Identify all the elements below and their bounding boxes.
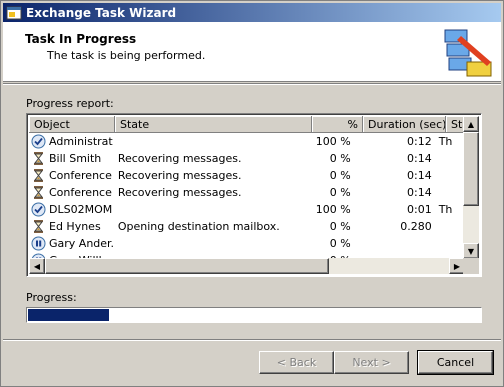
cell-state: Recovering messages. — [117, 152, 242, 165]
wizard-graphic-icon — [444, 29, 492, 77]
scroll-up-button[interactable]: ▲ — [463, 116, 479, 132]
cell-percent: 0 % — [329, 237, 351, 250]
object-name: DLS02MOM — [49, 203, 113, 216]
horizontal-scroll-thumb[interactable] — [45, 258, 329, 274]
window-title: Exchange Task Wizard — [26, 5, 177, 20]
scrollbar-corner — [463, 258, 479, 274]
column-header-state[interactable]: State — [115, 116, 312, 133]
list-rows: Administrator 100 % 0:12 Th Bill Smith Recove… — [29, 133, 465, 269]
cell-percent: 100 % — [315, 135, 351, 148]
vertical-scrollbar[interactable]: ▲ ▼ — [463, 116, 479, 259]
hourglass-icon — [33, 169, 44, 182]
scroll-down-button[interactable]: ▼ — [463, 243, 479, 259]
header-title: Task In Progress — [25, 32, 137, 46]
cell-duration: 0.280 — [400, 220, 432, 233]
cell-state: Opening destination mailbox. — [117, 220, 280, 233]
wizard-window: Exchange Task Wizard Task In Progress Th… — [0, 0, 504, 387]
cell-object: Ed Hynes — [29, 219, 113, 234]
column-header-duration[interactable]: Duration (sec) — [363, 116, 446, 133]
cell-percent: 0 % — [329, 152, 351, 165]
list-header: Object State % Duration (sec) Sta — [29, 116, 476, 133]
cell-object: Bill Smith — [29, 151, 113, 166]
object-name: Conference... — [49, 186, 113, 199]
cell-duration: 0:14 — [407, 152, 432, 165]
vertical-scroll-thumb[interactable] — [463, 132, 479, 206]
cell-percent: 0 % — [329, 186, 351, 199]
cell-percent: 100 % — [315, 203, 351, 216]
cell-state: Recovering messages. — [117, 169, 242, 182]
table-row[interactable]: Conference... Recovering messages. 0 % 0:14 — [29, 184, 465, 201]
progress-bar — [26, 307, 482, 323]
header-subtitle: The task is being performed. — [47, 49, 206, 62]
cell-duration: 0:01 — [407, 203, 432, 216]
cancel-button[interactable]: Cancel — [417, 350, 494, 375]
table-row[interactable]: Ed Hynes Opening destination mailbox. 0 % 0… — [29, 218, 465, 235]
cell-object: Conference... — [29, 185, 113, 200]
object-name: Conference... — [49, 169, 113, 182]
table-row[interactable]: Conference... Recovering messages. 0 % 0:14 — [29, 167, 465, 184]
cell-duration: 0:14 — [407, 186, 432, 199]
object-name: Ed Hynes — [49, 220, 101, 233]
table-row[interactable]: DLS02MOM 100 % 0:01 Th — [29, 201, 465, 218]
object-name: Administrator — [49, 135, 113, 148]
footer-divider — [3, 339, 501, 341]
progress-label: Progress: — [26, 291, 77, 304]
cell-percent: 0 % — [329, 169, 351, 182]
table-row[interactable]: Gary Ander... 0 % — [29, 235, 465, 252]
wizard-header: Task In Progress The task is being perfo… — [3, 22, 501, 82]
hourglass-icon — [33, 186, 44, 199]
object-name: Gary Ander... — [49, 237, 113, 250]
progress-bar-fill — [28, 309, 109, 321]
hourglass-icon — [33, 220, 44, 233]
horizontal-scrollbar[interactable]: ◀ ▶ — [29, 258, 465, 274]
scroll-left-button[interactable]: ◀ — [29, 258, 45, 274]
cell-state: Recovering messages. — [117, 186, 242, 199]
exchange-app-icon — [6, 6, 22, 19]
cell-percent: 0 % — [329, 220, 351, 233]
cell-duration: 0:12 — [407, 135, 432, 148]
back-button[interactable]: < Back — [259, 351, 334, 374]
progress-report-list[interactable]: Object State % Duration (sec) Sta Admini… — [26, 113, 482, 277]
column-header-object[interactable]: Object — [29, 116, 115, 133]
cell-duration: 0:14 — [407, 169, 432, 182]
progress-report-label: Progress report: — [26, 97, 114, 110]
cell-status: Th — [438, 203, 453, 216]
hourglass-icon — [33, 152, 44, 165]
column-header-percent[interactable]: % — [312, 116, 363, 133]
table-row[interactable]: Administrator 100 % 0:12 Th — [29, 133, 465, 150]
cell-object: Gary Ander... — [29, 236, 113, 251]
cell-object: Administrator — [29, 134, 113, 149]
next-button[interactable]: Next > — [334, 351, 409, 374]
cell-object: DLS02MOM — [29, 202, 113, 217]
cell-status: Th — [438, 135, 453, 148]
check-icon — [31, 202, 46, 217]
cell-object: Conference... — [29, 168, 113, 183]
pause-icon — [31, 236, 46, 251]
header-divider — [3, 83, 501, 85]
title-bar[interactable]: Exchange Task Wizard — [3, 3, 501, 22]
check-icon — [31, 134, 46, 149]
table-row[interactable]: Bill Smith Recovering messages. 0 % 0:14 — [29, 150, 465, 167]
object-name: Bill Smith — [49, 152, 102, 165]
